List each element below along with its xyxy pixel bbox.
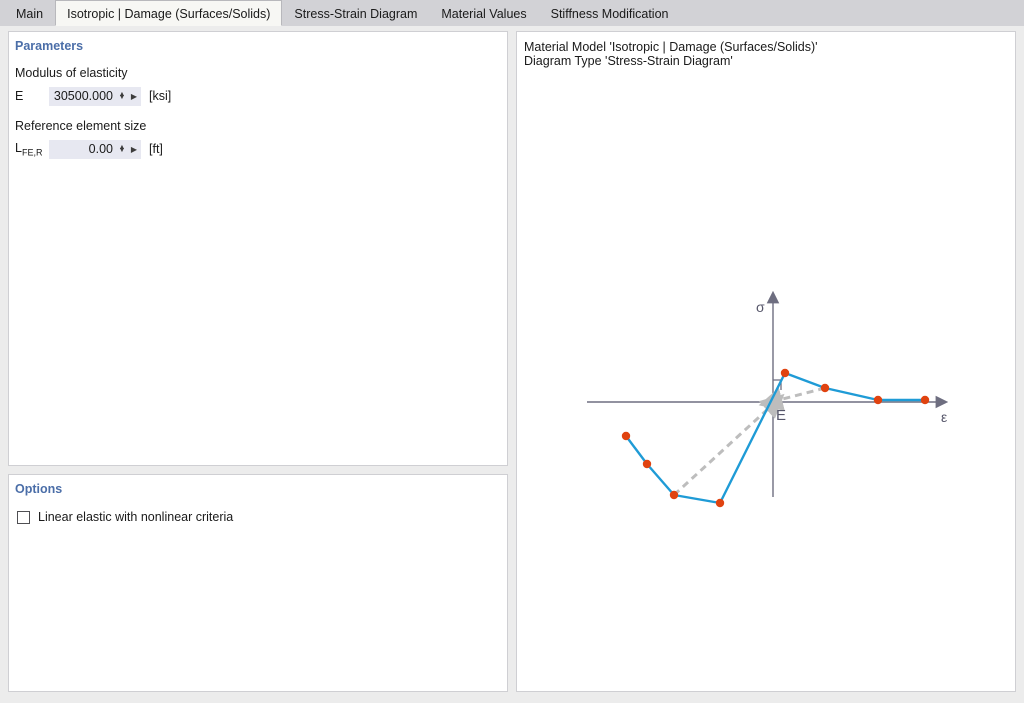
tab-bar: Main Isotropic | Damage (Surfaces/Solids… <box>0 0 1024 26</box>
tension-unload-path <box>758 386 826 411</box>
diagram-caption-line1: Material Model 'Isotropic | Damage (Surf… <box>524 40 818 54</box>
data-point[interactable] <box>780 368 790 378</box>
modulus-input[interactable]: 30500.000 ▲ ▼ ▶ <box>49 86 141 106</box>
diagram-caption-line2: Diagram Type 'Stress-Strain Diagram' <box>524 54 733 68</box>
linear-elastic-label: Linear elastic with nonlinear criteria <box>38 510 234 524</box>
stress-strain-chart: σ ε E <box>587 290 949 508</box>
modulus-value[interactable]: 30500.000 <box>49 89 117 103</box>
data-point[interactable] <box>715 498 725 508</box>
diagram-caption: Material Model 'Isotropic | Damage (Surf… <box>517 32 1015 68</box>
data-point[interactable] <box>820 383 830 393</box>
data-point[interactable] <box>669 490 679 500</box>
x-axis-label: ε <box>941 409 947 425</box>
refsize-stepper[interactable]: ▲ ▼ <box>117 140 127 158</box>
linear-elastic-checkbox-row[interactable]: Linear elastic with nonlinear criteria <box>9 510 507 524</box>
refsize-input[interactable]: 0.00 ▲ ▼ ▶ <box>49 139 141 159</box>
options-panel: Options Linear elastic with nonlinear cr… <box>8 474 508 692</box>
refsize-value[interactable]: 0.00 <box>49 142 117 156</box>
data-point[interactable] <box>642 459 652 469</box>
modulus-of-elasticity-row: E 30500.000 ▲ ▼ ▶ [ksi] <box>9 86 507 106</box>
tab-isotropic-damage[interactable]: Isotropic | Damage (Surfaces/Solids) <box>55 0 283 26</box>
linear-elastic-checkbox[interactable] <box>17 510 30 524</box>
refsize-unit: [ft] <box>149 142 163 156</box>
modulus-symbol: E <box>15 89 24 103</box>
tab-main[interactable]: Main <box>4 1 55 26</box>
tab-stress-strain-diagram[interactable]: Stress-Strain Diagram <box>282 1 429 26</box>
data-point[interactable] <box>621 431 631 441</box>
parameters-panel: Parameters Modulus of elasticity E 30500… <box>8 31 508 466</box>
compression-unload-path <box>672 393 785 497</box>
tab-stiffness-modification[interactable]: Stiffness Modification <box>539 1 681 26</box>
stress-strain-curve <box>624 371 927 505</box>
diagram-panel: Material Model 'Isotropic | Damage (Surf… <box>516 31 1016 692</box>
options-group-title: Options <box>15 482 63 496</box>
tab-material-values[interactable]: Material Values <box>429 1 538 26</box>
parameters-group-title: Parameters <box>15 39 84 53</box>
reference-element-size-row: LFE,R 0.00 ▲ ▼ ▶ [ft] <box>9 139 507 159</box>
modulus-stepper[interactable]: ▲ ▼ <box>117 87 127 105</box>
data-point[interactable] <box>873 395 883 405</box>
refsize-more-icon[interactable]: ▶ <box>129 145 139 154</box>
modulus-unit: [ksi] <box>149 89 172 103</box>
refsize-symbol: LFE,R <box>15 140 43 158</box>
y-axis-label: σ <box>756 299 765 315</box>
modulus-more-icon[interactable]: ▶ <box>129 92 139 101</box>
modulus-of-elasticity-label: Modulus of elasticity <box>15 66 128 80</box>
reference-element-size-label: Reference element size <box>15 119 147 133</box>
modulus-marker-label: E <box>776 407 786 424</box>
data-point[interactable] <box>920 395 930 405</box>
